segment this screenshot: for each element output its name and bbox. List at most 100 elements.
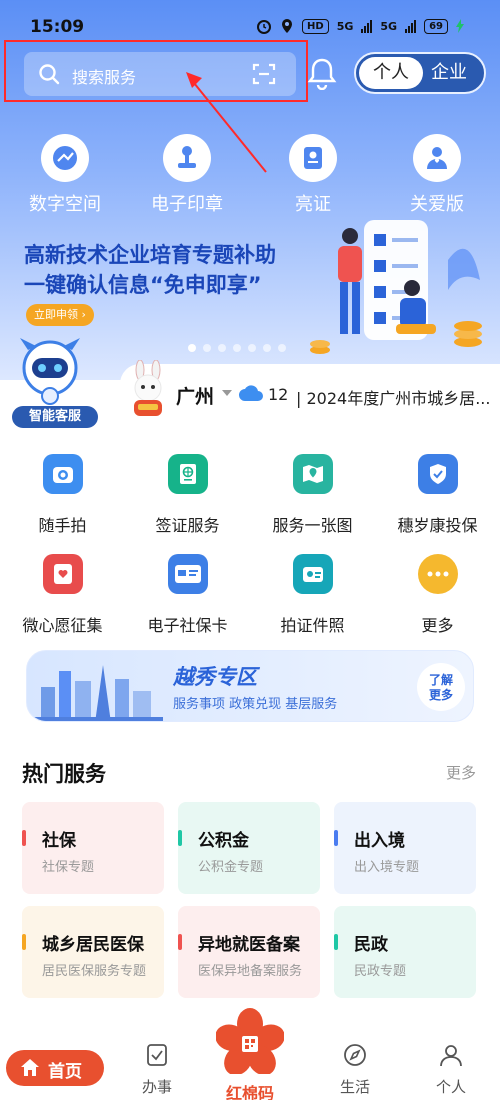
banner-headline[interactable]: 高新技术企业培育专题补助 一键确认信息“免申即享” bbox=[24, 240, 276, 300]
service-wish[interactable]: 微心愿征集 bbox=[0, 554, 125, 636]
status-time: 15:09 bbox=[30, 17, 85, 37]
shield-icon bbox=[417, 454, 458, 494]
toggle-personal[interactable]: 个人 bbox=[359, 57, 423, 89]
chevron-down-icon[interactable] bbox=[222, 390, 232, 396]
zone-learn-more-button[interactable]: 了解 更多 bbox=[417, 663, 465, 711]
hot-card-social-security[interactable]: 社保 社保专题 bbox=[22, 802, 164, 894]
city-skyline-icon bbox=[33, 665, 163, 721]
tab-life[interactable]: 生活 bbox=[320, 1042, 390, 1097]
news-ticker[interactable]: | 2024年度广州市城乡居... bbox=[296, 385, 492, 409]
banner-apply-label: 立即申领 bbox=[34, 308, 78, 321]
quick-link-certificate[interactable]: 亮证 bbox=[268, 134, 358, 216]
hot-services-title: 热门服务 bbox=[22, 762, 106, 786]
quick-link-digital-space[interactable]: 数字空间 bbox=[20, 134, 110, 216]
toggle-enterprise[interactable]: 企业 bbox=[420, 54, 478, 92]
service-label: 更多 bbox=[421, 616, 454, 635]
service-label: 随手拍 bbox=[38, 516, 87, 535]
status-icons: HD 5G 5G 69 bbox=[256, 18, 464, 34]
service-insurance[interactable]: 穗岁康投保 bbox=[375, 454, 500, 536]
card-accent-bar bbox=[334, 830, 338, 846]
card-subtitle: 公积金专题 bbox=[198, 860, 264, 875]
card-title: 公积金 bbox=[198, 831, 249, 851]
assistant-robot-icon[interactable] bbox=[12, 334, 88, 410]
hot-services-more-link[interactable]: 更多 bbox=[446, 762, 476, 783]
passport-icon bbox=[167, 454, 208, 494]
assistant-label[interactable]: 智能客服 bbox=[12, 406, 98, 428]
hot-card-remote-medical-filing[interactable]: 异地就医备案 医保异地备案服务 bbox=[178, 906, 320, 998]
service-label: 微心愿征集 bbox=[22, 616, 103, 635]
temperature: 12 bbox=[268, 385, 289, 404]
card-subtitle: 出入境专题 bbox=[354, 860, 420, 875]
card-title: 异地就医备案 bbox=[198, 935, 300, 955]
card-accent-bar bbox=[178, 934, 182, 950]
camera-icon bbox=[42, 454, 83, 494]
hot-card-exit-entry[interactable]: 出入境 出入境专题 bbox=[334, 802, 476, 894]
tab-kapok-code-label: 红棉码 bbox=[225, 1084, 274, 1100]
card-subtitle: 医保异地备案服务 bbox=[198, 964, 303, 979]
digital-space-icon bbox=[41, 134, 89, 182]
map-icon bbox=[292, 454, 333, 494]
seal-icon bbox=[163, 134, 211, 182]
hot-card-resident-medical-insurance[interactable]: 城乡居民医保 居民医保服务专题 bbox=[22, 906, 164, 998]
quick-link-e-seal[interactable]: 电子印章 bbox=[142, 134, 232, 216]
tab-home[interactable]: 首页 bbox=[6, 1050, 104, 1086]
service-visa[interactable]: 签证服务 bbox=[125, 454, 250, 536]
account-type-toggle[interactable]: 个人 企业 bbox=[354, 52, 486, 94]
quick-link-label: 亮证 bbox=[295, 194, 331, 215]
battery-icon: 69 bbox=[424, 18, 448, 34]
quick-link-label: 关爱版 bbox=[410, 194, 464, 215]
hot-card-housing-fund[interactable]: 公积金 公积金专题 bbox=[178, 802, 320, 894]
search-placeholder: 搜索服务 bbox=[72, 68, 137, 87]
service-label: 签证服务 bbox=[155, 516, 220, 535]
banner-line-1: 高新技术企业培育专题补助 bbox=[24, 243, 276, 267]
care-mode-icon bbox=[413, 134, 461, 182]
banner-illustration bbox=[310, 220, 482, 354]
more-icon bbox=[417, 554, 458, 594]
tab-kapok-code[interactable]: 红棉码 bbox=[212, 1008, 288, 1100]
search-icon bbox=[39, 64, 60, 85]
signal-icon-2 bbox=[405, 19, 417, 33]
quick-link-label: 数字空间 bbox=[29, 194, 101, 215]
service-label: 拍证件照 bbox=[280, 616, 345, 635]
quick-link-care-mode[interactable]: 关爱版 bbox=[392, 134, 482, 216]
network-5g-label-2: 5G bbox=[380, 19, 398, 33]
tab-me-label: 个人 bbox=[435, 1078, 466, 1096]
service-social-card[interactable]: 电子社保卡 bbox=[125, 554, 250, 636]
service-label: 电子社保卡 bbox=[147, 616, 228, 635]
alarm-icon bbox=[257, 20, 272, 34]
card-subtitle: 民政专题 bbox=[354, 964, 407, 979]
service-snapshot[interactable]: 随手拍 bbox=[0, 454, 125, 536]
hot-card-civil-affairs[interactable]: 民政 民政专题 bbox=[334, 906, 476, 998]
service-id-photo[interactable]: 拍证件照 bbox=[250, 554, 375, 636]
checklist-icon bbox=[147, 1044, 167, 1066]
home-icon bbox=[21, 1059, 39, 1076]
signal-icon bbox=[361, 19, 373, 33]
charging-icon bbox=[456, 19, 464, 33]
card-accent-bar bbox=[178, 830, 182, 846]
service-map[interactable]: 服务一张图 bbox=[250, 454, 375, 536]
notification-bell-icon[interactable] bbox=[306, 56, 338, 90]
service-more[interactable]: 更多 bbox=[375, 554, 500, 636]
id-photo-icon bbox=[292, 554, 333, 594]
card-accent-bar bbox=[22, 934, 26, 950]
zone-more-line2: 更多 bbox=[428, 688, 453, 702]
tab-tasks-label: 办事 bbox=[141, 1078, 172, 1096]
service-label: 穗岁康投保 bbox=[397, 516, 478, 535]
tab-life-label: 生活 bbox=[339, 1078, 370, 1096]
tab-tasks[interactable]: 办事 bbox=[122, 1042, 192, 1097]
card-accent-bar bbox=[334, 934, 338, 950]
tab-me[interactable]: 个人 bbox=[416, 1042, 486, 1097]
network-5g-label: 5G bbox=[336, 19, 354, 33]
compass-icon bbox=[344, 1044, 366, 1066]
zone-subtitle: 服务事项 政策兑现 基层服务 bbox=[173, 697, 338, 712]
certificate-icon bbox=[289, 134, 337, 182]
cloud-weather-icon bbox=[239, 385, 263, 401]
card-title: 出入境 bbox=[354, 831, 405, 851]
banner-apply-button[interactable]: 立即申领 › bbox=[26, 304, 94, 326]
carousel-indicator bbox=[188, 344, 286, 352]
card-title: 民政 bbox=[354, 935, 388, 955]
card-accent-bar bbox=[22, 830, 26, 846]
yuexiu-zone-banner[interactable]: 越秀专区 服务事项 政策兑现 基层服务 了解 更多 bbox=[26, 650, 474, 722]
city-selector[interactable]: 广州 bbox=[176, 382, 214, 409]
banner-line-2: 一键确认信息“免申即享” bbox=[24, 273, 262, 297]
